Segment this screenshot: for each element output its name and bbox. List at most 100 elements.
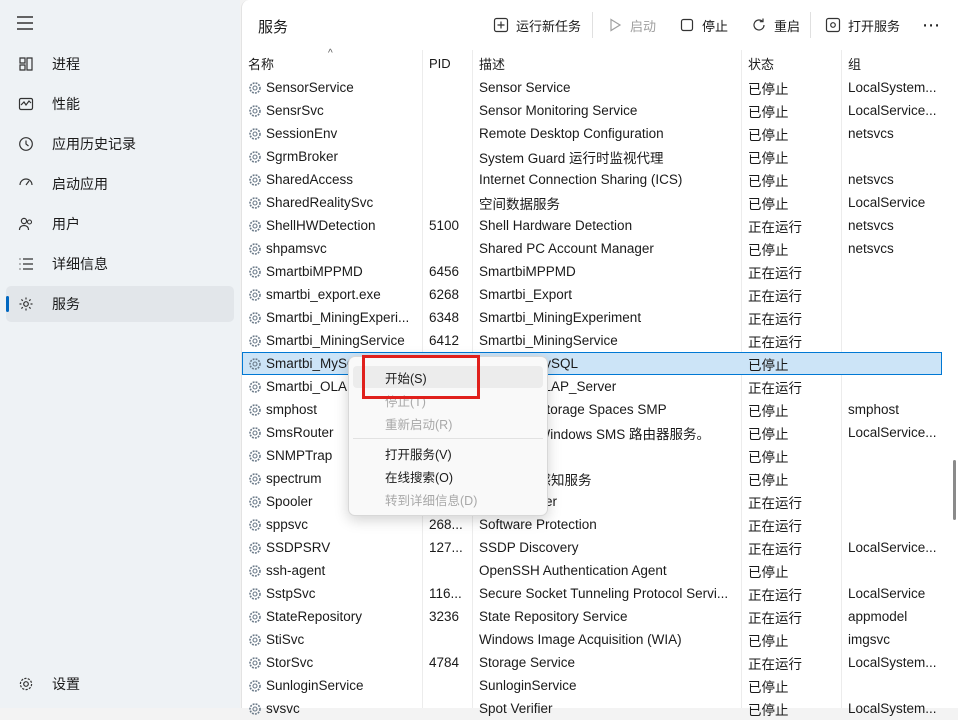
table-row[interactable]: SunloginService SunloginService 已停止: [242, 674, 942, 697]
table-row[interactable]: SpoolerPrint Spooler正在运行: [242, 490, 942, 513]
table-row[interactable]: Smartbi_MiningExperi... 6348 Smartbi_Minin…: [242, 306, 942, 329]
column-header-status[interactable]: 状态: [741, 50, 841, 76]
service-gear-icon: [248, 495, 262, 509]
table-row[interactable]: svsvc Spot Verifier 已停止 LocalSystem...: [242, 697, 942, 720]
service-group: [848, 329, 940, 352]
table-row[interactable]: SNMPTrapSNMP 陷阱已停止: [242, 444, 942, 467]
service-description: Sensor Service: [479, 76, 734, 99]
service-name: SmartbiMPPMD: [248, 260, 418, 283]
sidebar-item-services[interactable]: 服务: [6, 286, 234, 322]
service-group: [848, 306, 940, 329]
service-status: 已停止: [748, 467, 836, 490]
service-description: Storage Service: [479, 651, 734, 674]
open-services-button[interactable]: 打开服务: [824, 14, 900, 36]
sidebar-item-performance[interactable]: 性能: [6, 86, 234, 122]
service-gear-icon: [248, 150, 262, 164]
service-name-text: smphost: [266, 402, 318, 417]
table-row[interactable]: spectrumWindows 感知服务已停止: [242, 467, 942, 490]
service-group: LocalService...: [848, 421, 940, 444]
table-row[interactable]: ssh-agent OpenSSH Authentication Agent 已停止: [242, 559, 942, 582]
table-row[interactable]: shpamsvc Shared PC Account Manager 已停止 nets…: [242, 237, 942, 260]
service-description-text: SmartbiMPPMD: [479, 264, 576, 279]
run-new-task-button[interactable]: 运行新任务: [492, 14, 581, 36]
service-status-text: 已停止: [748, 196, 789, 212]
service-status-text: 正在运行: [748, 265, 802, 281]
service-group-text: netsvcs: [848, 218, 894, 233]
sidebar-item-startup-apps[interactable]: 启动应用: [6, 166, 234, 202]
table-row[interactable]: StateRepository 3236 State Repository Serv…: [242, 605, 942, 628]
column-header-group[interactable]: 组: [841, 50, 942, 76]
sidebar-item-users[interactable]: 用户: [6, 206, 234, 242]
table-row[interactable]: ShellHWDetection 5100 Shell Hardware Detec…: [242, 214, 942, 237]
column-header-pid[interactable]: PID: [422, 50, 472, 76]
service-pid: [429, 628, 471, 651]
start-button[interactable]: 启动: [606, 14, 656, 36]
service-name: SharedAccess: [248, 168, 418, 191]
restart-icon: [750, 16, 768, 34]
service-name-text: SSDPSRV: [266, 540, 331, 555]
table-row[interactable]: SensorService Sensor Service 已停止 LocalSyste…: [242, 76, 942, 99]
sidebar-item-settings[interactable]: 设置: [6, 666, 234, 702]
table-row[interactable]: Smartbi_MiningService 6412 Smartbi_MiningS…: [242, 329, 942, 352]
service-status-text: 已停止: [748, 81, 789, 97]
service-status: 正在运行: [748, 536, 836, 559]
service-gear-icon: [248, 564, 262, 578]
column-header-description[interactable]: 描述: [472, 50, 741, 76]
service-status: 正在运行: [748, 214, 836, 237]
service-group: [848, 674, 940, 697]
menu-item-open-services[interactable]: 打开服务(V): [353, 442, 543, 464]
service-name-text: SgrmBroker: [266, 149, 339, 164]
service-pid: 6268: [429, 283, 471, 306]
table-row[interactable]: smphost Microsoft Storage Spaces SMP 已停止 sm…: [242, 398, 942, 421]
table-row[interactable]: Smartbi_OLAP_ServerSmartbi_OLAP_Server正在…: [242, 375, 942, 398]
service-status: 已停止: [748, 76, 836, 99]
service-description-text: Shared PC Account Manager: [479, 241, 654, 256]
service-gear-icon: [248, 472, 262, 486]
active-indicator: [6, 296, 9, 312]
sidebar-item-processes[interactable]: 进程: [6, 46, 234, 82]
sidebar-item-app-history[interactable]: 应用历史记录: [6, 126, 234, 162]
service-status: 已停止: [748, 628, 836, 651]
service-group-text: smphost: [848, 402, 900, 417]
menu-item-label: 打开服务(V): [385, 447, 452, 462]
service-pid: [429, 145, 471, 168]
service-pid-text: 6268: [429, 287, 460, 302]
performance-icon: [16, 94, 36, 114]
service-pid: [429, 122, 471, 145]
more-options-button[interactable]: ⋯: [922, 14, 940, 36]
service-description-text: Sensor Monitoring Service: [479, 103, 638, 118]
restart-label: 重启: [774, 18, 801, 34]
sidebar-item-details[interactable]: 详细信息: [6, 246, 234, 282]
table-row[interactable]: smartbi_export.exe 6268 Smartbi_Export 正在运行: [242, 283, 942, 306]
service-group: [848, 559, 940, 582]
service-status-text: 已停止: [748, 403, 789, 419]
menu-icon[interactable]: [14, 12, 36, 34]
menu-item-search-online[interactable]: 在线搜索(O): [353, 465, 543, 487]
table-row[interactable]: SensrSvc Sensor Monitoring Service 已停止 Loca…: [242, 99, 942, 122]
service-description: Smartbi_MiningExperiment: [479, 306, 734, 329]
table-row[interactable]: Smartbi_MySQLSmartbi_MySQL已停止: [242, 352, 942, 375]
service-name-text: SNMPTrap: [266, 448, 333, 463]
table-row[interactable]: SmartbiMPPMD 6456 SmartbiMPPMD 正在运行: [242, 260, 942, 283]
service-name-text: Smartbi_MiningService: [266, 333, 405, 348]
table-row[interactable]: SstpSvc 116... Secure Socket Tunneling Pro…: [242, 582, 942, 605]
restart-button[interactable]: 重启: [750, 14, 800, 36]
table-row[interactable]: SharedAccess Internet Connection Sharing …: [242, 168, 942, 191]
service-group: LocalService: [848, 191, 940, 214]
table-row[interactable]: StorSvc 4784 Storage Service 正在运行 LocalSyste…: [242, 651, 942, 674]
service-pid: [429, 191, 471, 214]
service-description-text: Software Protection: [479, 517, 597, 532]
vertical-scrollbar[interactable]: [953, 460, 956, 520]
table-row[interactable]: SmsRouter Microsoft Windows SMS 路由器服务。 已停止…: [242, 421, 942, 444]
service-group-text: netsvcs: [848, 126, 894, 141]
table-row[interactable]: SessionEnv Remote Desktop Configuration 已停…: [242, 122, 942, 145]
service-group: [848, 467, 940, 490]
table-row[interactable]: SSDPSRV 127... SSDP Discovery 正在运行 LocalServ…: [242, 536, 942, 559]
table-row[interactable]: sppsvc 268... Software Protection 正在运行: [242, 513, 942, 536]
column-header-name[interactable]: 名称: [242, 50, 422, 76]
toolbar-divider: [592, 12, 593, 38]
table-row[interactable]: SharedRealitySvc 空间数据服务 已停止 LocalService: [242, 191, 942, 214]
table-row[interactable]: StiSvc Windows Image Acquisition (WIA) 已停止…: [242, 628, 942, 651]
table-row[interactable]: SgrmBroker System Guard 运行时监视代理 已停止: [242, 145, 942, 168]
stop-button[interactable]: 停止: [678, 14, 728, 36]
